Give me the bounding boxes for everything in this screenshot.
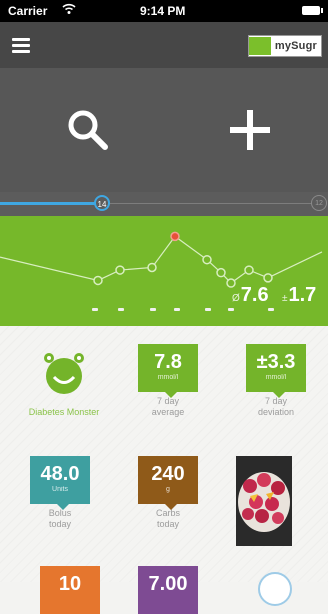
event-marker bbox=[228, 308, 234, 311]
award-icon[interactable] bbox=[258, 572, 292, 606]
event-marker bbox=[205, 308, 211, 311]
carbs-unit: g bbox=[166, 486, 170, 493]
avg-7day-tile[interactable]: 7.8 mmol/l 7 day average bbox=[128, 344, 208, 418]
bolus-value: 48.0 bbox=[40, 463, 80, 485]
avg-caption: 7 day average bbox=[128, 396, 208, 418]
timeline-slider[interactable]: 14 12 bbox=[0, 192, 328, 216]
timeline-progress bbox=[0, 202, 96, 205]
event-marker bbox=[174, 308, 180, 311]
dev-7day-tile[interactable]: ±3.3 mmol/l 7 day deviation bbox=[236, 344, 316, 418]
avg-badge: 7.8 mmol/l bbox=[138, 344, 198, 398]
add-entry-button[interactable] bbox=[228, 108, 272, 152]
deviation-value: 1.7 bbox=[288, 284, 317, 306]
row3-mid-badge: 7.00 bbox=[138, 566, 198, 614]
timeline-end-marker: 12 bbox=[311, 195, 327, 211]
average-stat: Ø7.6 bbox=[232, 284, 269, 307]
carbs-caption-2: today bbox=[156, 519, 180, 529]
chart-svg bbox=[0, 231, 323, 311]
row3-left-value: 10 bbox=[58, 573, 82, 595]
glucose-point bbox=[115, 265, 125, 275]
meal-photo bbox=[236, 456, 292, 546]
bolus-unit: Units bbox=[52, 486, 68, 493]
avg-caption-2: average bbox=[151, 407, 185, 417]
plus-icon bbox=[230, 110, 270, 150]
deviation-symbol: ± bbox=[282, 293, 288, 304]
timeline-track bbox=[106, 203, 312, 204]
event-marker bbox=[150, 308, 156, 311]
row3-mid-value: 7.00 bbox=[148, 573, 188, 595]
bolus-badge: 48.0 Units bbox=[30, 456, 90, 510]
row3-left-tile[interactable]: 10 bbox=[30, 566, 110, 614]
row3-mid-tile[interactable]: 7.00 bbox=[128, 566, 208, 614]
dev-value: ±3.3 bbox=[256, 351, 296, 373]
action-bar bbox=[0, 68, 328, 192]
bolus-caption: Bolus today bbox=[20, 508, 100, 530]
event-marker bbox=[268, 308, 274, 311]
search-icon bbox=[68, 110, 108, 150]
monster-caption: Diabetes Monster bbox=[28, 407, 100, 417]
timeline-handle[interactable]: 14 bbox=[94, 195, 110, 211]
dev-unit: mmol/l bbox=[265, 374, 287, 381]
wifi-icon bbox=[62, 3, 76, 18]
logo-mark bbox=[248, 37, 271, 55]
meal-photo-tile[interactable] bbox=[236, 456, 292, 546]
event-marker bbox=[118, 308, 124, 311]
dev-caption-2: deviation bbox=[257, 407, 295, 417]
clock: 9:14 PM bbox=[140, 4, 186, 18]
carbs-badge: 240 g bbox=[138, 456, 198, 510]
search-button[interactable] bbox=[66, 108, 110, 152]
carrier-label: Carrier bbox=[8, 4, 48, 18]
row3-left-badge: 10 bbox=[40, 566, 100, 614]
carbs-caption: Carbs today bbox=[128, 508, 208, 530]
glucose-point bbox=[202, 254, 212, 265]
glucose-point bbox=[216, 267, 226, 278]
app-logo: mySugr bbox=[247, 35, 322, 57]
carbs-tile[interactable]: 240 g Carbs today bbox=[128, 456, 208, 530]
average-value: 7.6 bbox=[240, 284, 269, 306]
glucose-point bbox=[263, 273, 273, 283]
nav-bar: mySugr bbox=[0, 22, 328, 68]
carbs-value: 240 bbox=[151, 463, 185, 485]
glucose-point bbox=[93, 275, 103, 286]
bolus-caption-2: today bbox=[48, 519, 72, 529]
glucose-point bbox=[170, 231, 180, 242]
monster-icon bbox=[44, 353, 84, 394]
event-marker bbox=[92, 308, 98, 311]
avg-value: 7.8 bbox=[154, 351, 182, 373]
bolus-tile[interactable]: 48.0 Units Bolus today bbox=[20, 456, 100, 530]
glucose-point bbox=[244, 265, 254, 275]
battery-icon bbox=[302, 6, 323, 15]
dev-badge: ±3.3 mmol/l bbox=[246, 344, 306, 398]
status-bar: Carrier 9:14 PM bbox=[0, 0, 328, 22]
deviation-stat: ±1.7 bbox=[282, 284, 316, 307]
glucose-line bbox=[0, 235, 323, 284]
diabetes-monster-tile[interactable]: Diabetes Monster bbox=[24, 344, 104, 417]
dev-caption: 7 day deviation bbox=[236, 396, 316, 418]
dashboard-tiles: Diabetes Monster 7.8 mmol/l 7 day average… bbox=[0, 326, 328, 614]
blood-glucose-chart: Ø7.6 ±1.7 bbox=[0, 216, 328, 326]
menu-icon[interactable] bbox=[12, 38, 30, 53]
avg-unit: mmol/l bbox=[157, 374, 179, 381]
average-symbol: Ø bbox=[232, 293, 240, 304]
logo-text: mySugr bbox=[274, 40, 317, 52]
glucose-point bbox=[147, 262, 157, 273]
